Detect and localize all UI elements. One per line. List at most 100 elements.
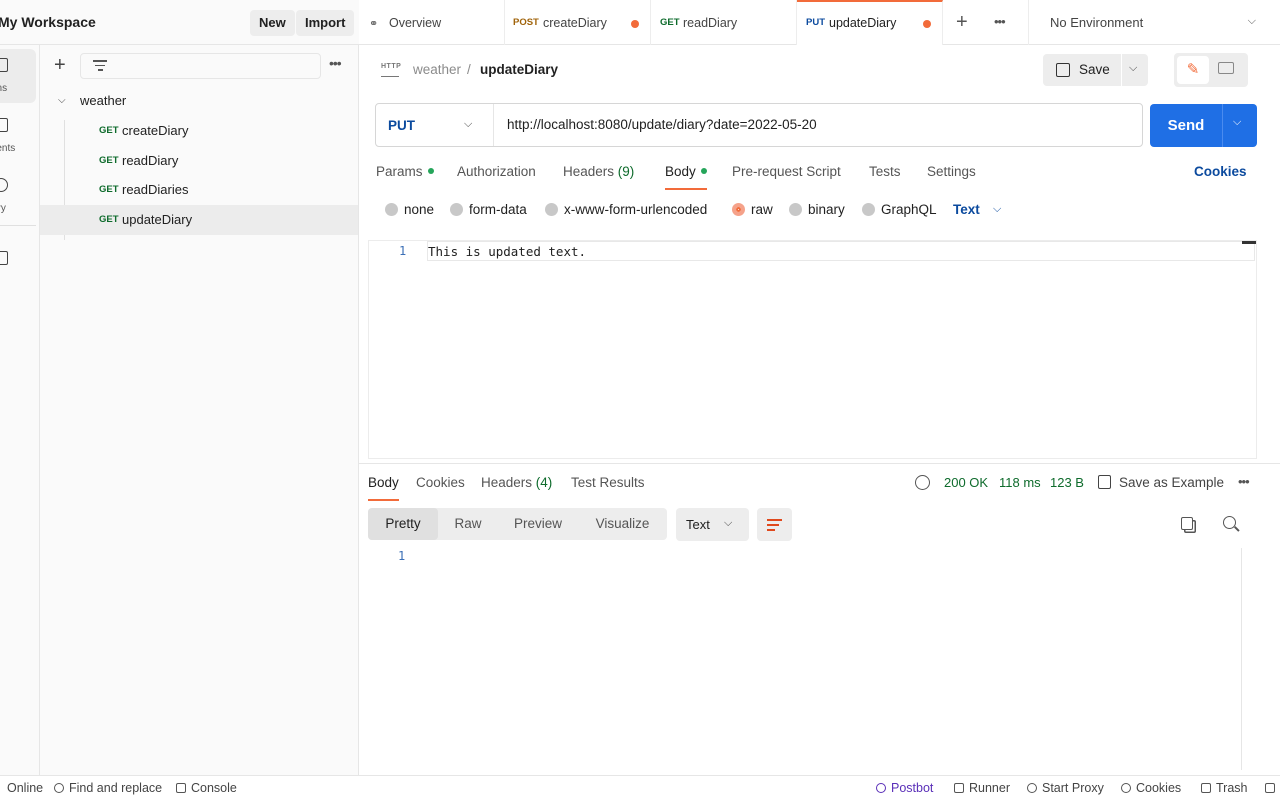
- cookies-button[interactable]: Cookies: [1121, 781, 1181, 795]
- comments-icon[interactable]: [1218, 62, 1234, 74]
- tab-readDiary[interactable]: GET readDiary: [651, 0, 797, 45]
- radio-none[interactable]: none: [385, 202, 434, 217]
- copy-icon[interactable]: [1181, 517, 1193, 530]
- radio-label: raw: [751, 202, 773, 217]
- wrap-lines-button[interactable]: [757, 508, 792, 541]
- find-replace-label: Find and replace: [69, 781, 163, 795]
- format-visualize[interactable]: Visualize: [578, 508, 667, 540]
- breadcrumb-parent[interactable]: weather: [413, 62, 461, 77]
- body-type-options: none form-data x-www-form-urlencoded raw…: [359, 196, 1280, 224]
- save-as-example-label: Save as Example: [1119, 475, 1225, 490]
- console-icon: [176, 783, 186, 793]
- environment-selector[interactable]: No Environment ⌵: [1028, 0, 1280, 45]
- save-button[interactable]: Save ⌵: [1043, 54, 1148, 86]
- response-tab-headers[interactable]: Headers (4): [481, 475, 552, 490]
- overview-icon: ⚭: [369, 18, 379, 30]
- format-preview[interactable]: Preview: [498, 508, 578, 540]
- pane-splitter[interactable]: [359, 463, 1280, 464]
- request-item-createDiary[interactable]: GET createDiary: [40, 116, 358, 146]
- radio-form-data[interactable]: form-data: [450, 202, 527, 217]
- find-replace-button[interactable]: Find and replace: [54, 781, 162, 795]
- response-tab-body[interactable]: Body: [368, 475, 399, 501]
- http-icon: HTTP: [381, 63, 401, 77]
- request-item-readDiary[interactable]: GET readDiary: [40, 146, 358, 176]
- radio-urlencoded[interactable]: x-www-form-urlencoded: [545, 202, 707, 217]
- format-raw[interactable]: Raw: [438, 508, 498, 540]
- breadcrumb-current[interactable]: updateDiary: [480, 62, 558, 77]
- response-time[interactable]: 118 ms: [999, 475, 1041, 490]
- folder-weather[interactable]: ⌵ weather: [40, 86, 358, 116]
- runner-icon: [954, 783, 964, 793]
- response-tab-test-results[interactable]: Test Results: [571, 475, 645, 490]
- globe-icon[interactable]: [915, 475, 930, 490]
- editor-text[interactable]: This is updated text.: [428, 244, 586, 259]
- import-button[interactable]: Import: [296, 10, 355, 36]
- save-options-chevron-icon[interactable]: ⌵: [1129, 62, 1137, 75]
- postbot-button[interactable]: Postbot: [876, 781, 933, 795]
- rail-environments[interactable]: ments: [0, 109, 36, 163]
- cookies-link[interactable]: Cookies: [1194, 164, 1247, 179]
- radio-binary[interactable]: binary: [789, 202, 845, 217]
- radio-raw[interactable]: raw: [732, 202, 773, 217]
- trash-button[interactable]: Trash: [1201, 781, 1248, 795]
- tab-body[interactable]: Body: [665, 164, 707, 190]
- chevron-down-icon[interactable]: ⌵: [993, 203, 1001, 216]
- format-pretty[interactable]: Pretty: [368, 508, 438, 540]
- tab-label: Overview: [389, 16, 442, 30]
- cookies-label: Cookies: [1136, 781, 1182, 795]
- status-code[interactable]: 200 OK: [944, 475, 988, 490]
- rail-history[interactable]: ory: [0, 169, 36, 223]
- request-item-updateDiary[interactable]: GET updateDiary: [40, 205, 358, 235]
- divider: [1222, 104, 1223, 147]
- postbot-icon: [876, 783, 886, 793]
- online-status[interactable]: Online: [0, 781, 43, 795]
- chevron-down-icon[interactable]: ⌵: [464, 118, 472, 131]
- send-options-chevron-icon[interactable]: ⌵: [1233, 116, 1241, 129]
- body-editor[interactable]: 1 This is updated text.: [368, 240, 1257, 459]
- response-tab-cookies[interactable]: Cookies: [416, 475, 465, 490]
- response-scrollbar[interactable]: [1241, 548, 1242, 770]
- console-button[interactable]: Console: [176, 781, 237, 795]
- tab-settings[interactable]: Settings: [927, 164, 976, 179]
- layout-toggle-button[interactable]: [1265, 781, 1280, 795]
- response-size[interactable]: 123 B: [1050, 475, 1084, 490]
- new-button[interactable]: New: [250, 10, 295, 36]
- radio-label: GraphQL: [881, 202, 937, 217]
- filter-input[interactable]: [80, 53, 321, 79]
- response-content-type-select[interactable]: Text ⌵: [676, 508, 749, 541]
- chevron-down-icon: ⌵: [1247, 15, 1256, 27]
- content-type-select[interactable]: Text: [953, 202, 980, 217]
- search-icon: [54, 783, 64, 793]
- tab-authorization[interactable]: Authorization: [457, 164, 536, 179]
- send-button[interactable]: Send ⌵: [1150, 104, 1257, 147]
- runner-button[interactable]: Runner: [954, 781, 1010, 795]
- edit-pencil-icon[interactable]: ✎: [1177, 56, 1209, 84]
- editor-scrollbar[interactable]: [1242, 241, 1256, 244]
- request-item-readDiaries[interactable]: GET readDiaries: [40, 175, 358, 205]
- workspace-header: My Workspace New Import: [0, 0, 359, 45]
- folder-name: weather: [80, 93, 127, 108]
- save-as-example-button[interactable]: Save as Example: [1098, 475, 1224, 490]
- tab-headers[interactable]: Headers (9): [563, 164, 634, 179]
- workspace-title[interactable]: My Workspace: [0, 14, 96, 30]
- new-tab-button[interactable]: +: [956, 11, 968, 34]
- sidebar-more-button[interactable]: •••: [329, 55, 342, 71]
- tab-updateDiary[interactable]: PUT updateDiary: [797, 0, 943, 45]
- tab-params[interactable]: Params: [376, 164, 434, 179]
- method-select[interactable]: PUT: [388, 118, 415, 133]
- tab-prerequest-script[interactable]: Pre-request Script: [732, 164, 841, 179]
- tab-createDiary[interactable]: POST createDiary: [505, 0, 651, 45]
- rail-collections[interactable]: tions: [0, 49, 36, 103]
- radio-graphql[interactable]: GraphQL: [862, 202, 937, 217]
- tab-tests[interactable]: Tests: [869, 164, 901, 179]
- rail-flows[interactable]: [0, 243, 36, 273]
- active-indicator-dot: [700, 168, 707, 174]
- response-more-button[interactable]: •••: [1238, 474, 1250, 489]
- tab-overview[interactable]: ⚭ Overview: [359, 0, 505, 45]
- start-proxy-button[interactable]: Start Proxy: [1027, 781, 1104, 795]
- tab-more-button[interactable]: •••: [994, 14, 1006, 29]
- url-input[interactable]: http://localhost:8080/update/diary?date=…: [507, 117, 817, 132]
- search-icon[interactable]: [1223, 516, 1236, 529]
- left-rail: tions ments ory: [0, 45, 40, 775]
- add-collection-button[interactable]: +: [54, 55, 66, 75]
